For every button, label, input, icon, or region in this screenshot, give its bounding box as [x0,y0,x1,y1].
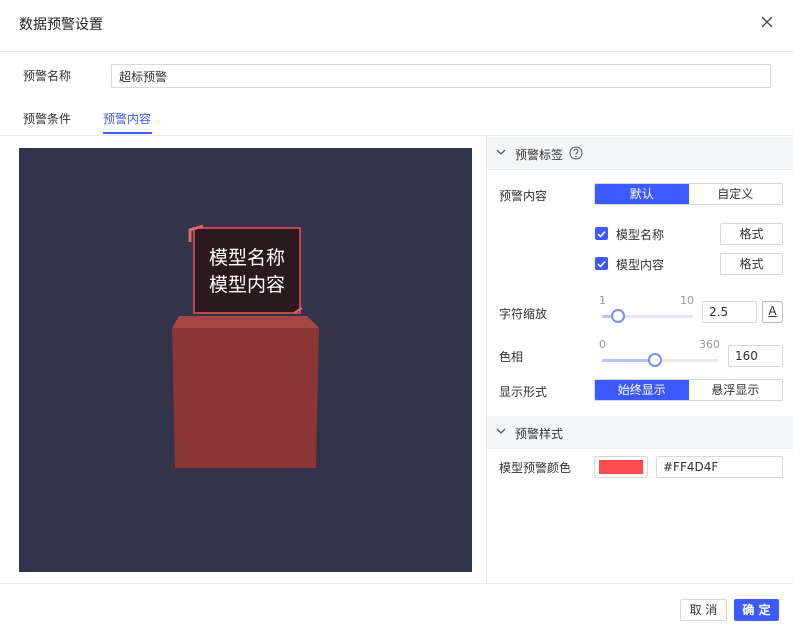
tab-alert-conditions[interactable]: 预警条件 [23,110,71,127]
alert-name-input[interactable] [111,64,771,88]
format-button-model-name[interactable]: 格式 [720,223,783,245]
hue-value-input[interactable] [728,345,783,367]
ok-button[interactable]: 确 定 [734,599,779,621]
font-icon: A [768,304,777,318]
hue-slider-thumb[interactable] [648,353,662,367]
font-style-button[interactable]: A [762,301,783,323]
chevron-down-icon [496,428,506,434]
format-button-model-content[interactable]: 格式 [720,253,783,275]
content-mode-switch: 默认 自定义 [594,183,783,205]
checkbox-model-name[interactable] [595,227,608,240]
scale-value-input[interactable] [702,301,757,323]
color-picker-swatch[interactable] [594,456,648,478]
warning-tag-frame [193,227,301,314]
tabs-divider [0,135,793,136]
section-title: 预警标签 [515,148,564,162]
display-mode-always[interactable]: 始终显示 [595,380,689,400]
section-title: 预警样式 [515,427,564,441]
hue-max-tick: 360 [699,338,720,351]
content-mode-custom[interactable]: 自定义 [689,184,783,204]
help-icon[interactable] [569,146,583,160]
model-preview-scene: 模型名称 模型内容 [172,224,319,468]
content-mode-default[interactable]: 默认 [595,184,689,204]
content-label: 预警内容 [499,189,548,203]
scale-min-tick: 1 [599,294,606,307]
checkbox-model-name-label: 模型名称 [616,228,665,242]
model-box-front [172,328,319,468]
check-icon [597,260,606,268]
display-mode-hover[interactable]: 悬浮显示 [689,380,783,400]
color-swatch-fill [599,460,643,474]
footer-divider [0,583,793,584]
chevron-down-icon [496,149,506,155]
preview-canvas[interactable]: 模型名称 模型内容 [19,148,472,572]
checkbox-model-content[interactable] [595,257,608,270]
close-icon [761,16,773,28]
scale-max-tick: 10 [680,294,694,307]
tag-line-model-content: 模型内容 [209,274,285,296]
active-tab-indicator [103,132,152,134]
display-mode-label: 显示形式 [499,385,548,399]
panel-divider [486,136,487,583]
hue-label: 色相 [499,350,524,364]
model-box-top [172,316,319,328]
check-icon [597,230,606,238]
section-header-alert-label[interactable]: 预警标签 [487,137,793,170]
hue-slider[interactable] [602,353,718,367]
tab-alert-content[interactable]: 预警内容 [103,110,151,127]
header-divider [0,51,793,52]
scale-label: 字符缩放 [499,307,548,321]
section-header-alert-style[interactable]: 预警样式 [487,416,793,449]
alert-name-label: 预警名称 [23,69,72,83]
tag-line-model-name: 模型名称 [209,247,285,269]
checkbox-model-content-label: 模型内容 [616,258,665,272]
scale-slider[interactable] [602,309,693,323]
dialog-title: 数据预警设置 [19,17,103,33]
hue-min-tick: 0 [599,338,606,351]
scale-slider-thumb[interactable] [611,309,625,323]
close-button[interactable] [757,12,777,32]
model-alert-color-label: 模型预警颜色 [499,461,572,475]
cancel-button[interactable]: 取 消 [680,599,727,621]
color-hex-input[interactable] [656,456,783,478]
hue-slider-fill [602,359,654,362]
display-mode-switch: 始终显示 悬浮显示 [594,379,783,401]
